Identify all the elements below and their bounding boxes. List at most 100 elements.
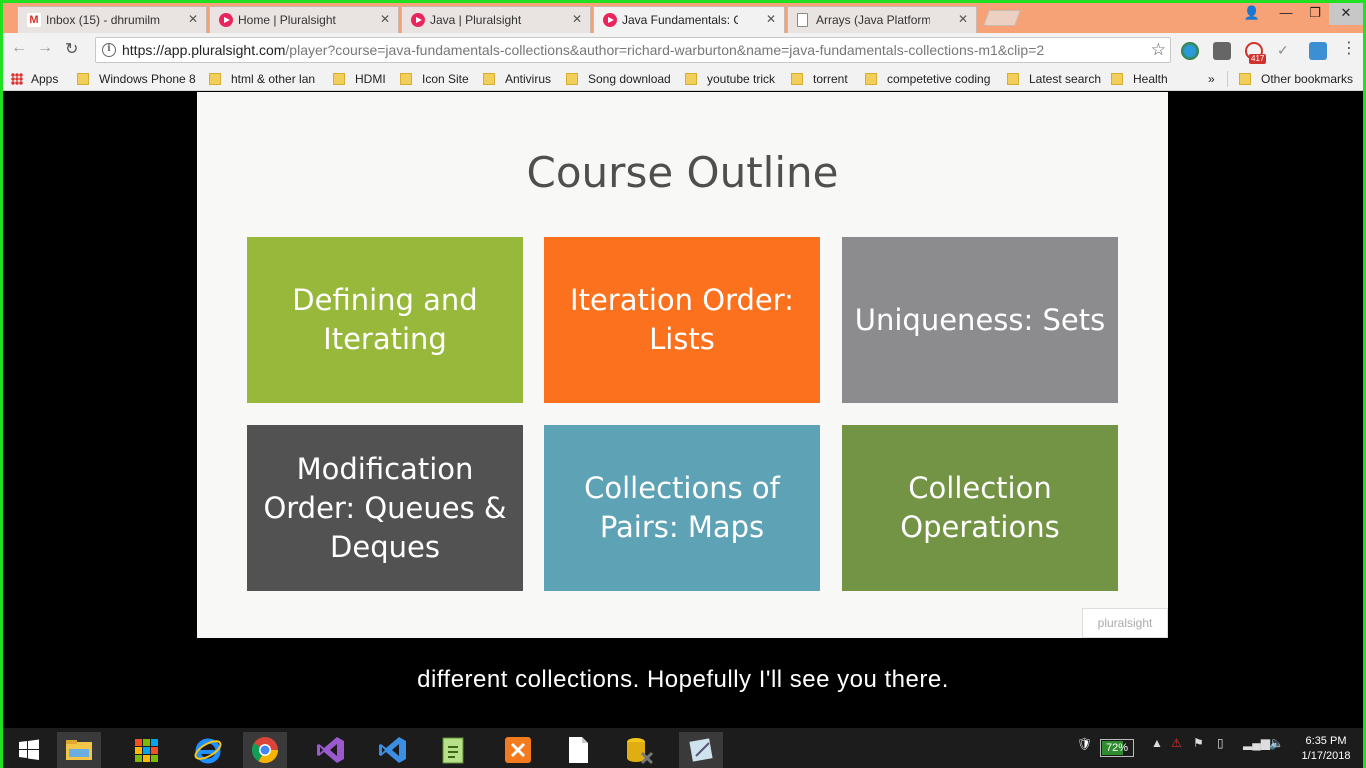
battery-percent: 72% (1105, 742, 1129, 754)
folder-icon (1111, 73, 1123, 85)
windows-start-icon[interactable] (7, 732, 51, 768)
chrome-icon[interactable] (243, 732, 287, 768)
close-icon[interactable]: ✕ (380, 12, 390, 26)
database-tool-icon[interactable] (617, 732, 661, 768)
volume-icon[interactable]: 🔈 (1269, 736, 1284, 750)
address-bar[interactable]: i https://app.pluralsight.com/player?cou… (95, 37, 1171, 63)
restore-icon[interactable]: ❐ (1301, 3, 1329, 25)
screen: M Inbox (15) - dhrumilmeva ✕ Home | Plur… (0, 0, 1366, 768)
system-clock[interactable]: 6:35 PM 1/17/2018 (1293, 734, 1359, 764)
bookmark-apps[interactable]: Apps (11, 72, 58, 86)
video-player[interactable]: Course Outline Defining and Iterating It… (3, 92, 1363, 728)
notes-app-icon[interactable] (679, 732, 723, 768)
url-host: https://app.pluralsight.com (122, 42, 286, 58)
document-icon (797, 13, 808, 27)
flagged-icon[interactable]: ⚑ (1193, 736, 1204, 750)
other-bookmarks[interactable]: Other bookmarks (1239, 72, 1353, 86)
tile-modification-order: Modification Order: Queues & Deques (247, 425, 523, 591)
folder-icon (791, 73, 803, 85)
folder-icon (483, 73, 495, 85)
tile-collections-of-pairs: Collections of Pairs: Maps (544, 425, 820, 591)
extension-badge: 417 (1249, 54, 1267, 64)
wifi-signal-icon[interactable]: ▂▄▆ (1243, 736, 1270, 750)
bookmark-item[interactable]: torrent (791, 72, 848, 86)
checkmark-extension-icon[interactable]: ✓ (1277, 42, 1295, 60)
bookmark-item[interactable]: html & other lan (209, 72, 315, 86)
tab-inbox[interactable]: M Inbox (15) - dhrumilmeva ✕ (17, 6, 207, 33)
window-close-icon[interactable]: ✕ (1329, 3, 1363, 25)
bookmark-item[interactable]: competetive coding (865, 72, 990, 86)
fst-extension-icon[interactable] (1309, 42, 1327, 60)
bookmark-item[interactable]: youtube trick (685, 72, 775, 86)
slide-title: Course Outline (526, 148, 839, 197)
bookmark-item[interactable]: Health (1111, 72, 1168, 86)
folder-icon (77, 73, 89, 85)
battery-plug-icon[interactable]: 🛡 (1077, 737, 1092, 751)
tab-java-fundamentals[interactable]: Java Fundamentals: Colle ✕ (593, 6, 785, 33)
bookmarks-bar: Apps Windows Phone 8 html & other lan HD… (3, 67, 1363, 91)
store-icon[interactable] (124, 732, 168, 768)
tab-arrays-java[interactable]: Arrays (Java Platform SE 7 ✕ (787, 6, 977, 33)
bookmark-item[interactable]: Latest search (1007, 72, 1101, 86)
reload-icon[interactable]: ↻ (65, 39, 78, 59)
user-profile-icon[interactable]: 👤 (1241, 3, 1263, 25)
menu-icon[interactable]: ⋮ (1341, 41, 1359, 60)
pluralsight-icon (603, 13, 617, 27)
browser-toolbar: ← → ↻ i https://app.pluralsight.com/play… (3, 33, 1363, 67)
tab-java-pluralsight[interactable]: Java | Pluralsight ✕ (401, 6, 591, 33)
notepad-plus-icon[interactable] (431, 732, 475, 768)
bookmark-item[interactable]: Antivirus (483, 72, 551, 86)
folder-icon (566, 73, 578, 85)
folder-icon (400, 73, 412, 85)
course-slide: Course Outline Defining and Iterating It… (197, 92, 1168, 638)
tab-title: Java | Pluralsight (430, 13, 522, 27)
tab-title: Home | Pluralsight (238, 13, 336, 27)
pluralsight-icon (219, 13, 233, 27)
show-hidden-icons-icon[interactable]: ▲ (1151, 736, 1163, 750)
file-explorer-icon[interactable] (57, 732, 101, 768)
pluralsight-watermark: pluralsight (1082, 608, 1168, 638)
globe-extension-icon[interactable] (1181, 42, 1199, 60)
bookmark-item[interactable]: Windows Phone 8 (77, 72, 196, 86)
bookmark-item[interactable]: Icon Site (400, 72, 469, 86)
close-icon[interactable]: ✕ (766, 12, 776, 26)
folder-icon (333, 73, 345, 85)
network-adapter-icon[interactable]: ▯ (1217, 736, 1224, 750)
bookmarks-overflow-button[interactable]: » (1208, 72, 1215, 86)
windows-taskbar: 🛡 72% ▲ ⚠ ⚑ ▯ ▂▄▆ 🔈 6:35 PM 1/17/2018 (3, 728, 1363, 768)
folder-icon (209, 73, 221, 85)
close-icon[interactable]: ✕ (958, 12, 968, 26)
bookmarks-divider (1227, 71, 1228, 87)
close-icon[interactable]: ✕ (188, 12, 198, 26)
visual-studio-icon[interactable] (309, 732, 353, 768)
new-tab-button[interactable] (983, 10, 1021, 26)
url-path: /player?course=java-fundamentals-collect… (285, 42, 1045, 58)
folder-icon (1007, 73, 1019, 85)
back-icon[interactable]: ← (11, 39, 27, 57)
bookmark-star-icon[interactable]: ☆ (1151, 38, 1166, 62)
info-icon[interactable]: i (102, 43, 116, 57)
pluralsight-icon (411, 13, 425, 27)
blank-file-icon[interactable] (556, 732, 600, 768)
internet-explorer-icon[interactable] (186, 732, 230, 768)
folder-icon (685, 73, 697, 85)
apps-grid-icon (11, 73, 23, 85)
bookmark-item[interactable]: HDMI (333, 72, 386, 86)
camera-extension-icon[interactable] (1213, 42, 1231, 60)
warning-icon[interactable]: ⚠ (1171, 736, 1182, 750)
tab-home-pluralsight[interactable]: Home | Pluralsight ✕ (209, 6, 399, 33)
visual-studio-code-icon[interactable] (371, 732, 415, 768)
tile-uniqueness-sets: Uniqueness: Sets (842, 237, 1118, 403)
minimize-icon[interactable]: — (1271, 3, 1301, 25)
gmail-icon: M (27, 13, 41, 27)
tile-defining-iterating: Defining and Iterating (247, 237, 523, 403)
browser-tab-strip: M Inbox (15) - dhrumilmeva ✕ Home | Plur… (3, 3, 1363, 33)
folder-icon (1239, 73, 1251, 85)
bookmark-item[interactable]: Song download (566, 72, 671, 86)
xampp-icon[interactable] (496, 732, 540, 768)
close-icon[interactable]: ✕ (572, 12, 582, 26)
forward-icon[interactable]: → (37, 39, 53, 57)
battery-indicator[interactable]: 72% (1100, 739, 1134, 757)
clock-date: 1/17/2018 (1301, 750, 1351, 762)
tab-title: Java Fundamentals: Colle (622, 13, 738, 27)
